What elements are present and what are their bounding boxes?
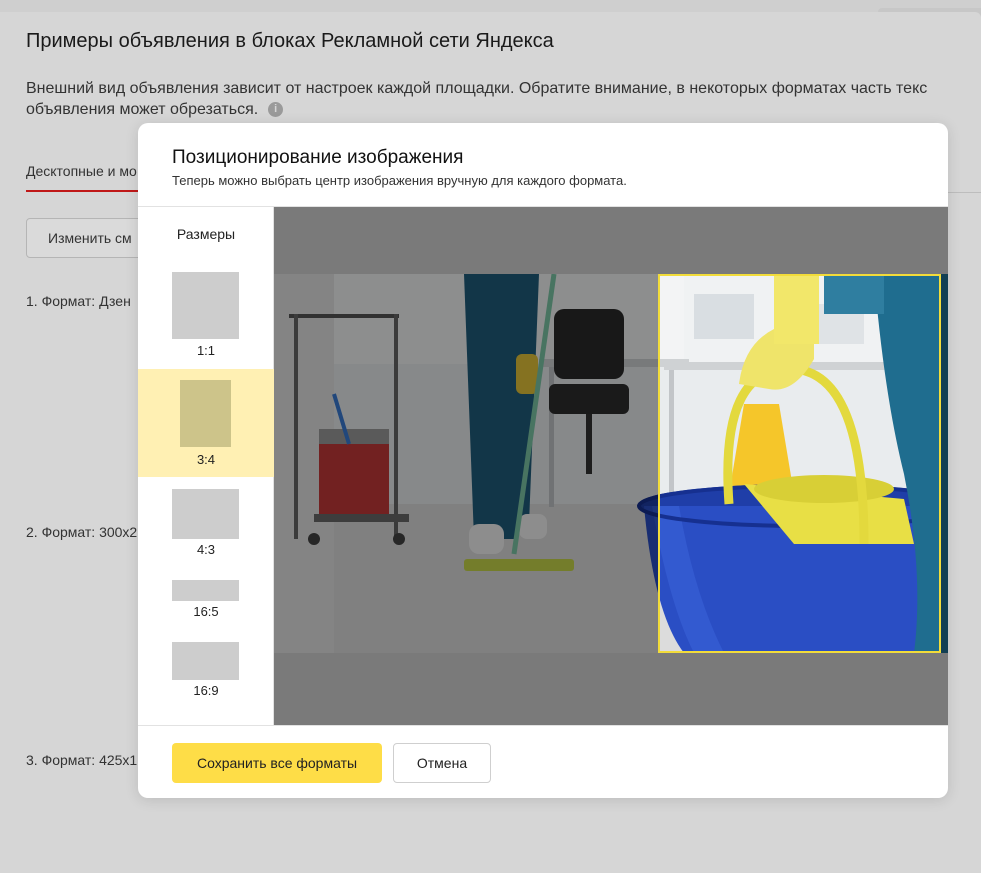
format-label-2: 2. Формат: 300x2 xyxy=(26,524,138,540)
modal-subtitle: Теперь можно выбрать центр изображения в… xyxy=(172,173,627,188)
save-all-formats-button[interactable]: Сохранить все форматы xyxy=(172,743,382,783)
size-caption-4-3: 4:3 xyxy=(196,542,216,557)
size-thumb-4-3 xyxy=(172,489,239,539)
image-positioning-modal: Позиционирование изображения Теперь можн… xyxy=(138,123,948,798)
size-thumb-16-9 xyxy=(172,642,239,680)
dimmed-area-left xyxy=(274,274,658,653)
format-label-3: 3. Формат: 425x1 xyxy=(26,752,138,768)
page-title: Примеры объявления в блоках Рекламной се… xyxy=(26,30,554,52)
active-tab-underline xyxy=(26,190,146,192)
dimmed-area-right xyxy=(941,274,948,653)
crop-frame[interactable] xyxy=(658,274,941,653)
size-item-4-3[interactable]: 4:3 xyxy=(138,489,274,561)
format-label-1: 1. Формат: Дзен xyxy=(26,293,131,309)
description-line-2-row: объявления может обрезаться. i xyxy=(26,99,981,120)
size-caption-1-1: 1:1 xyxy=(196,343,216,358)
size-item-1-1[interactable]: 1:1 xyxy=(138,269,274,363)
size-caption-3-4: 3:4 xyxy=(196,452,216,467)
image-editor-area xyxy=(274,207,948,725)
size-thumb-16-5 xyxy=(172,580,239,601)
size-item-16-9[interactable]: 16:9 xyxy=(138,642,274,704)
description-line-1: Внешний вид объявления зависит от настро… xyxy=(26,80,928,97)
modal-footer: Сохранить все форматы Отмена xyxy=(138,725,948,798)
page-description: Внешний вид объявления зависит от настро… xyxy=(26,78,981,120)
description-line-2: объявления может обрезаться. xyxy=(26,101,259,118)
size-thumb-1-1 xyxy=(172,272,239,339)
sizes-panel: Размеры 1:1 3:4 4:3 16:5 16:9 xyxy=(138,207,274,725)
modal-header: Позиционирование изображения Теперь можн… xyxy=(138,123,948,207)
size-caption-16-9: 16:9 xyxy=(193,683,219,698)
tab-desktop-mobile[interactable]: Десктопные и мо xyxy=(26,163,137,179)
size-item-16-5[interactable]: 16:5 xyxy=(138,580,274,622)
size-caption-16-5: 16:5 xyxy=(193,604,219,619)
size-thumb-3-4 xyxy=(180,380,231,447)
sizes-label: Размеры xyxy=(176,226,236,242)
size-item-3-4[interactable]: 3:4 xyxy=(138,369,274,477)
top-bar xyxy=(0,0,981,12)
cancel-button[interactable]: Отмена xyxy=(393,743,491,783)
modal-title: Позиционирование изображения xyxy=(172,147,464,168)
cleaning-photo[interactable] xyxy=(274,274,948,653)
info-icon[interactable]: i xyxy=(268,102,284,117)
